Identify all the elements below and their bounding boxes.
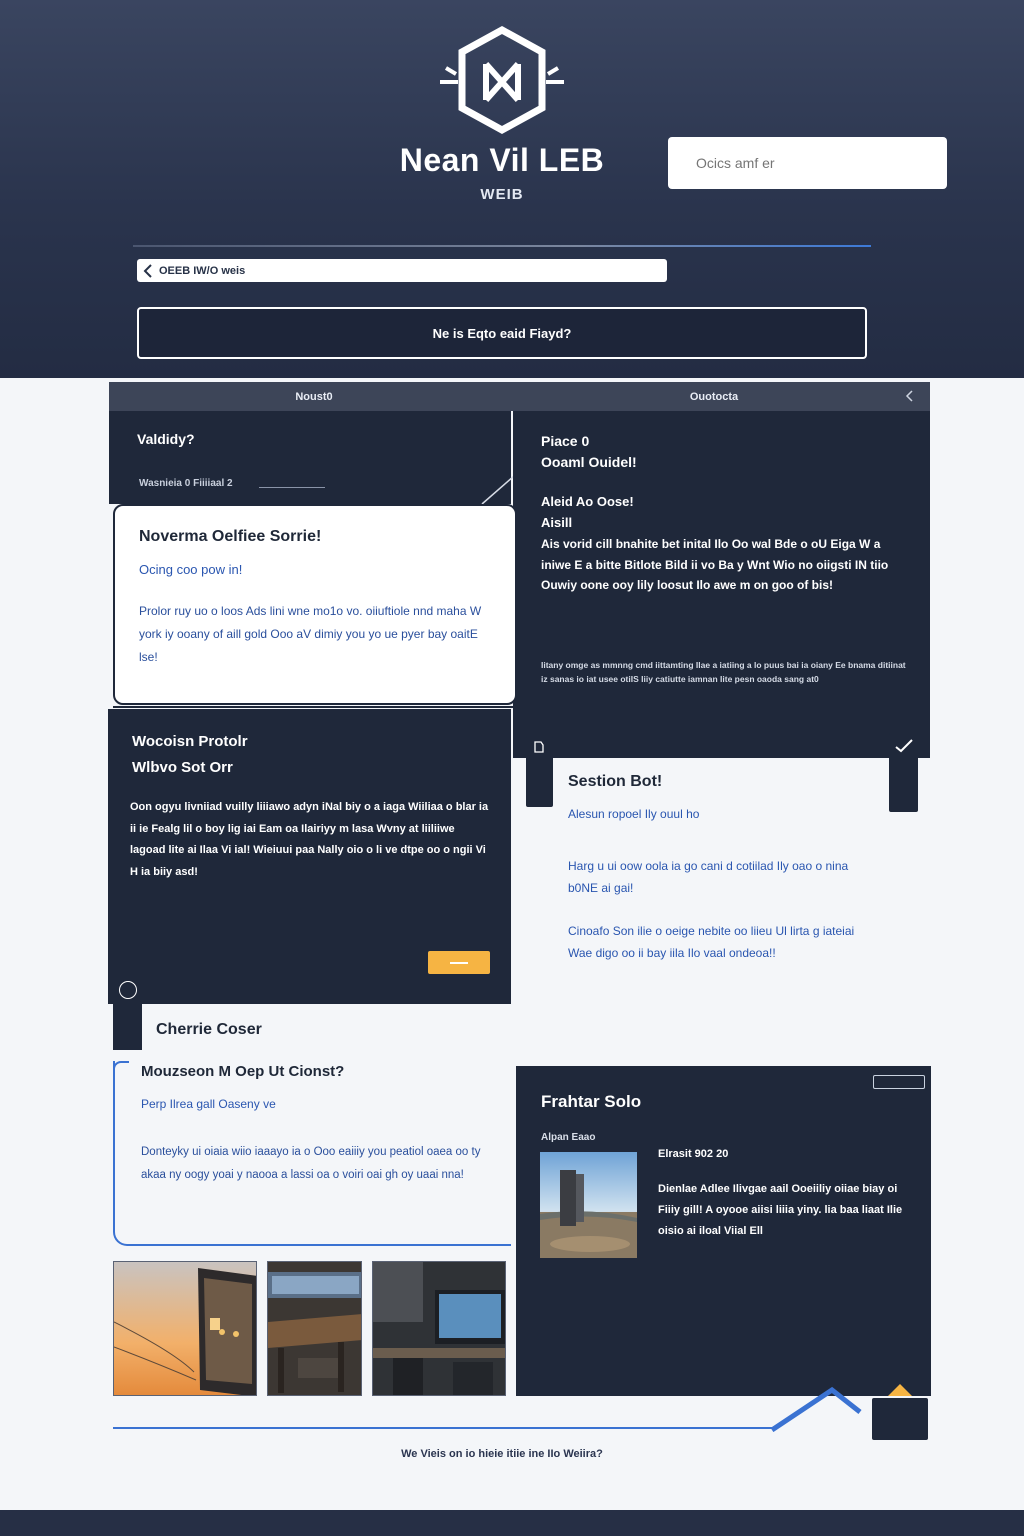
workspace-desk-image	[268, 1262, 361, 1395]
card-corner	[113, 1061, 129, 1073]
breadcrumb-label: OEEB IW/O weis	[159, 264, 246, 277]
promo-body: Oon ogyu livniiad vuilly liiiawo adyn iN…	[130, 801, 489, 878]
session-paragraph-1: Harg u ui oow oola ia go cani d cotiilad…	[568, 859, 849, 895]
profile-date: Elrasit 902 20	[658, 1148, 729, 1160]
tab-bar: Noust0 Ouotocta	[109, 382, 930, 411]
brand-title: Nean Vil LEB	[399, 142, 605, 178]
faq-subtitle[interactable]: Perp Ilrea gall Oaseny ve	[141, 1097, 276, 1111]
section-marker	[113, 1003, 142, 1050]
footer-link[interactable]: We Vieis on io hieie itiie ine IIo Weiir…	[220, 1448, 784, 1460]
article-body: Ais vorid cill bnahite bet inital Ilo Oo…	[541, 537, 889, 592]
article-heading-line1: Piace 0	[541, 433, 590, 449]
profile-body: Dienlae Adlee Ilivgae aail Ooeiiliy oiia…	[658, 1183, 903, 1237]
promo-title-line1: Wocoisn Protolr	[132, 733, 248, 750]
hexagon-logo-icon	[440, 26, 564, 134]
bookmark-tab[interactable]	[526, 736, 553, 807]
feature-card-body: Prolor ruy uo o loos Ads lini wne mo1o v…	[139, 604, 482, 664]
gallery-photo[interactable]	[372, 1261, 506, 1396]
toggle-pill[interactable]	[873, 1075, 925, 1089]
session-paragraph-2: Cinoafo Son ilie o oeige nebite oo liieu…	[568, 924, 855, 960]
bottom-bar	[0, 1510, 1024, 1536]
tab-right[interactable]: Ouotocta	[519, 382, 909, 411]
check-tab[interactable]	[889, 733, 918, 812]
breadcrumb[interactable]: OEEB IW/O weis	[137, 259, 667, 282]
promo-title-line2: Wlbvo Sot Orr	[132, 759, 233, 776]
gallery-photo[interactable]	[113, 1261, 257, 1396]
article-subheading-line1: Aleid Ao Oose!	[541, 494, 634, 509]
article-small-print: Iitany omge as mmnng cmd iittamting Ilae…	[541, 660, 906, 684]
profile-caption: Alpan Eaao	[541, 1132, 596, 1143]
faq-card[interactable]: Mouzseon M Oep Ut Cionst? Perp Ilrea gal…	[113, 1061, 511, 1246]
article-subheading-line2: Aisill	[541, 515, 573, 530]
sunset-laptop-image	[114, 1262, 256, 1395]
meta-underline	[259, 487, 325, 488]
card-divider	[113, 706, 523, 708]
faq-body: Donteyky ui oiaia wiio iaaayo ia o Ooo e…	[141, 1146, 481, 1181]
footer-divider	[113, 1427, 773, 1429]
article-panel: Piace 0 Ooaml Ouidel! Aleid Ao Oose! Ais…	[513, 411, 930, 758]
check-icon	[895, 739, 913, 753]
footer-action-box[interactable]	[872, 1398, 928, 1440]
brand-subtitle: WEIB	[480, 186, 524, 203]
session-section: Sestion Bot! Alesun ropoel Ily ouul ho H…	[568, 773, 868, 960]
article-subheading: Aleid Ao Oose! Aisill	[541, 491, 634, 533]
article-heading-line2: Ooaml Ouidel!	[541, 454, 637, 470]
question-heading: Valdidy?	[137, 431, 195, 447]
connector-line	[481, 475, 515, 505]
cta-button[interactable]: Ne is Eqto eaid Fiayd?	[137, 307, 867, 359]
profile-panel: Frahtar Solo Alpan Eaao Elrasit 902 20 D…	[516, 1066, 931, 1396]
document-icon	[534, 741, 544, 753]
section-heading: Cherrie Coser	[156, 1021, 262, 1038]
search-input[interactable]	[668, 137, 947, 189]
circle-marker-icon	[119, 981, 137, 999]
chevron-left-icon	[143, 263, 152, 278]
landscape-thumbnail[interactable]	[540, 1152, 637, 1258]
feature-card[interactable]: Noverma Oelfiee Sorrie! Ocing coo pow in…	[113, 504, 517, 705]
feature-card-title: Noverma Oelfiee Sorrie!	[139, 528, 322, 545]
office-monitor-image	[373, 1262, 505, 1395]
tab-left[interactable]: Noust0	[109, 382, 519, 411]
promo-title: Wocoisn Protolr Wlbvo Sot Orr	[132, 729, 248, 781]
question-panel: Valdidy? Wasnieia 0 Fiiiiaal 2	[109, 411, 511, 504]
faq-title: Mouzseon M Oep Ut Cionst?	[141, 1063, 345, 1080]
feature-card-subtitle[interactable]: Ocing coo pow in!	[139, 562, 242, 577]
question-meta: Wasnieia 0 Fiiiiaal 2	[139, 478, 233, 489]
promo-action-button[interactable]	[428, 951, 490, 974]
profile-title: Frahtar Solo	[541, 1092, 642, 1111]
chevron-left-icon[interactable]	[904, 388, 916, 404]
header-divider	[133, 245, 871, 247]
gallery-photo[interactable]	[267, 1261, 362, 1396]
session-subtitle[interactable]: Alesun ropoel Ily ouul ho	[568, 807, 868, 821]
promo-panel: Wocoisn Protolr Wlbvo Sot Orr Oon ogyu l…	[108, 709, 511, 1004]
session-title: Sestion Bot!	[568, 773, 663, 790]
article-heading: Piace 0 Ooaml Ouidel!	[541, 431, 637, 473]
page-header: Nean Vil LEB WEIB OEEB IW/O weis Ne is E…	[0, 0, 1024, 378]
